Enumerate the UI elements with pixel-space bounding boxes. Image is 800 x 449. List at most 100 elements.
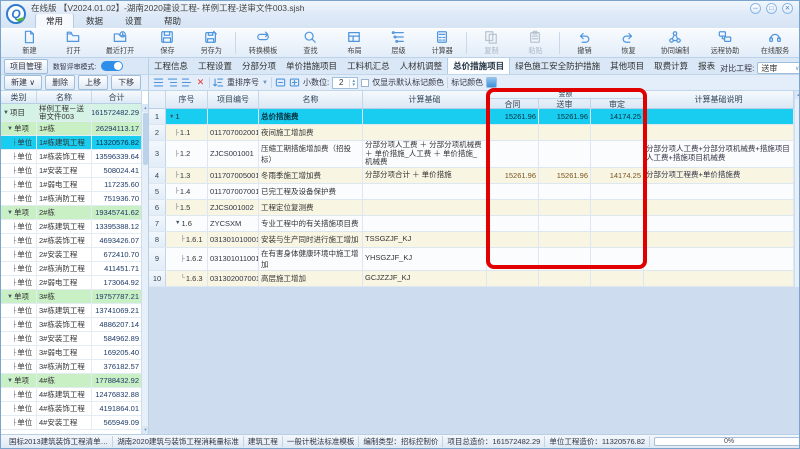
tree-row[interactable]: ├单位2#安装工程672410.70: [1, 248, 142, 262]
reorder-caret-icon[interactable]: ▼: [262, 80, 268, 86]
toolbar-button-save[interactable]: 保存: [145, 29, 189, 57]
toolbar-button-headset[interactable]: 在线服务: [750, 29, 800, 57]
tree-row[interactable]: ▼项目样例工程－送审文件003161572482.29: [1, 104, 142, 122]
review-mode-toggle[interactable]: [101, 61, 123, 71]
spinner-arrows-icon[interactable]: ▲▼: [349, 79, 357, 87]
tab-1[interactable]: 工程信息: [149, 58, 193, 74]
grid-row[interactable]: 9├1.6.2031301011001在有害身体健康环境中施工增加YHSGZJF…: [149, 248, 794, 271]
expand-all-icon[interactable]: [153, 77, 164, 88]
grid-row[interactable]: 7▼1.6ZYCSXM专业工程中的有关措施项目费: [149, 216, 794, 232]
tree-row[interactable]: ├单位2#栋建筑工程13395388.12: [1, 220, 142, 234]
tree-row[interactable]: ├单位2#栋装饰工程4693426.07: [1, 234, 142, 248]
tree-col-3[interactable]: 合计: [92, 91, 142, 103]
tab-9[interactable]: 其他项目: [605, 58, 649, 74]
close-icon[interactable]: ✕: [782, 3, 793, 14]
col-note[interactable]: 计算基础说明: [644, 91, 794, 108]
tree-row[interactable]: ├单位3#栋建筑工程13741069.21: [1, 304, 142, 318]
tab-5[interactable]: 工料机汇总: [342, 58, 395, 74]
tree-row[interactable]: ├单位1#栋建筑工程11320576.82: [1, 136, 142, 150]
tree-row[interactable]: ├单位1#安装工程508024.41: [1, 164, 142, 178]
tree-row[interactable]: ├单位1#栋消防工程751936.70: [1, 192, 142, 206]
scroll-down-icon[interactable]: ▼: [142, 426, 149, 434]
minimize-icon[interactable]: ─: [750, 3, 761, 14]
toolbar-button-layout[interactable]: 布局: [332, 29, 376, 57]
tree-button-1[interactable]: 新建 ∨: [4, 75, 42, 90]
tab-3[interactable]: 分部分项: [237, 58, 281, 74]
delete-row-icon[interactable]: ✕: [195, 77, 206, 88]
toolbar-button-recent-folder[interactable]: 最近打开: [95, 29, 145, 57]
tree-row[interactable]: ├单位3#栋装饰工程4886207.14: [1, 318, 142, 332]
grid-row[interactable]: 5├1.4011707007001已完工程及设备保护费: [149, 184, 794, 200]
tree-row[interactable]: ├单位2#栋消防工程411451.71: [1, 262, 142, 276]
tree-row[interactable]: ▼单项2#栋19345741.62: [1, 206, 142, 220]
reorder-label[interactable]: 重排序号: [227, 77, 259, 88]
menu-tab-1[interactable]: 常用: [35, 13, 74, 28]
mark-color-label[interactable]: 标记颜色: [451, 77, 483, 88]
align-icon[interactable]: [181, 77, 192, 88]
toolbar-button-undo[interactable]: 撤销: [562, 29, 606, 57]
tree-row[interactable]: ├单位3#栋消防工程376182.57: [1, 360, 142, 374]
col-code[interactable]: 项目编号: [208, 91, 259, 108]
tree-scrollbar[interactable]: ▲ ▼: [141, 104, 148, 434]
toolbar-button-collaborate[interactable]: 协同编制: [650, 29, 700, 57]
tree-col-2[interactable]: 名称: [37, 91, 92, 103]
tree-row[interactable]: ├单位3#安装工程584962.89: [1, 332, 142, 346]
col-basis[interactable]: 计算基础: [363, 91, 487, 108]
tree-row[interactable]: ├单位2#弱电工程173064.92: [1, 276, 142, 290]
grid-row[interactable]: 8├1.6.1031301010001安装与生产同时进行施工增加TSSGZJF_…: [149, 232, 794, 248]
decimal-plus-icon[interactable]: [289, 77, 300, 88]
tab-7[interactable]: 总价措施项目: [447, 58, 510, 74]
tab-6[interactable]: 人材机调整: [395, 58, 448, 74]
grid-row[interactable]: 10└1.6.3031302007001高层施工增加GCJZZJF_KJ: [149, 271, 794, 287]
tree-col-1[interactable]: 类别: [1, 91, 37, 103]
col-name[interactable]: 名称: [259, 91, 363, 108]
toolbar-button-levels[interactable]: 层级: [376, 29, 420, 57]
collapse-icon[interactable]: [167, 77, 178, 88]
tree-row[interactable]: ▼单项3#栋19757787.21: [1, 290, 142, 304]
tree-row[interactable]: ▼单项4#栋17788432.92: [1, 374, 142, 388]
toolbar-button-new-doc[interactable]: 新建: [7, 29, 51, 57]
mark-color-swatch-icon[interactable]: [486, 77, 497, 88]
toolbar-button-open-folder[interactable]: 打开: [51, 29, 95, 57]
filter-checkbox-label[interactable]: 仅显示默认标记颜色: [372, 77, 444, 88]
tab-10[interactable]: 取费计算: [649, 58, 693, 74]
tree-button-2[interactable]: 删除: [45, 75, 75, 90]
grid-row[interactable]: 4├1.3011707005001冬雨季施工增加费分部分项合计 ＋ 单价措施15…: [149, 168, 794, 184]
tree-row[interactable]: ▼单项1#栋26294113.17: [1, 122, 142, 136]
scroll-up-icon[interactable]: ▲: [142, 104, 149, 112]
compare-project-select[interactable]: 送审∨: [757, 62, 799, 74]
grid-row[interactable]: 2├1.1011707002001夜间施工增加费: [149, 125, 794, 141]
decimal-minus-icon[interactable]: [275, 77, 286, 88]
menu-tab-4[interactable]: 帮助: [154, 14, 191, 28]
tab-4[interactable]: 单价措施项目: [281, 58, 342, 74]
default-mark-color-checkbox[interactable]: [361, 79, 369, 87]
tree-button-4[interactable]: 下移: [111, 75, 141, 90]
toolbar-button-transform[interactable]: 转换模板: [238, 29, 288, 57]
toolbar-button-save-as[interactable]: 另存为: [189, 29, 233, 57]
tree-row[interactable]: ├单位4#栋建筑工程12476832.88: [1, 388, 142, 402]
tree-row[interactable]: ├单位4#安装工程565949.09: [1, 416, 142, 430]
toolbar-button-remote-assist[interactable]: 远程协助: [700, 29, 750, 57]
grid-row[interactable]: 6├1.5ZJCS001002工程定位复测费: [149, 200, 794, 216]
reorder-icon[interactable]: [213, 77, 224, 88]
menu-tab-2[interactable]: 数据: [76, 14, 113, 28]
tree-row[interactable]: ├单位3#弱电工程169205.40: [1, 346, 142, 360]
maximize-icon[interactable]: □: [766, 3, 777, 14]
tree-row[interactable]: ├单位1#栋装饰工程13596339.64: [1, 150, 142, 164]
grid-scrollbar[interactable]: ▲: [794, 91, 800, 287]
grid-scroll-up-icon[interactable]: ▲: [795, 91, 800, 99]
toolbar-button-search[interactable]: 查找: [288, 29, 332, 57]
tree-row[interactable]: ├单位4#栋装饰工程4191864.01: [1, 402, 142, 416]
tree-row[interactable]: ├单位1#弱电工程117235.60: [1, 178, 142, 192]
menu-tab-3[interactable]: 设置: [115, 14, 152, 28]
project-manage-button[interactable]: 项目管理: [4, 59, 48, 74]
decimal-spinner[interactable]: 2 ▲▼: [332, 77, 358, 89]
grid-row[interactable]: 3├1.2ZJCS001001压缩工期措施增加费（招投标）分部分项人工费 ＋ 分…: [149, 141, 794, 168]
toolbar-button-redo[interactable]: 恢复: [606, 29, 650, 57]
col-seq[interactable]: 序号: [166, 91, 208, 108]
toolbar-button-calculator[interactable]: 计算器: [420, 29, 464, 57]
tab-8[interactable]: 绿色施工安全防护措施: [510, 58, 605, 74]
tab-11[interactable]: 报表: [693, 58, 720, 74]
tree-button-3[interactable]: 上移: [78, 75, 108, 90]
tab-2[interactable]: 工程设置: [193, 58, 237, 74]
